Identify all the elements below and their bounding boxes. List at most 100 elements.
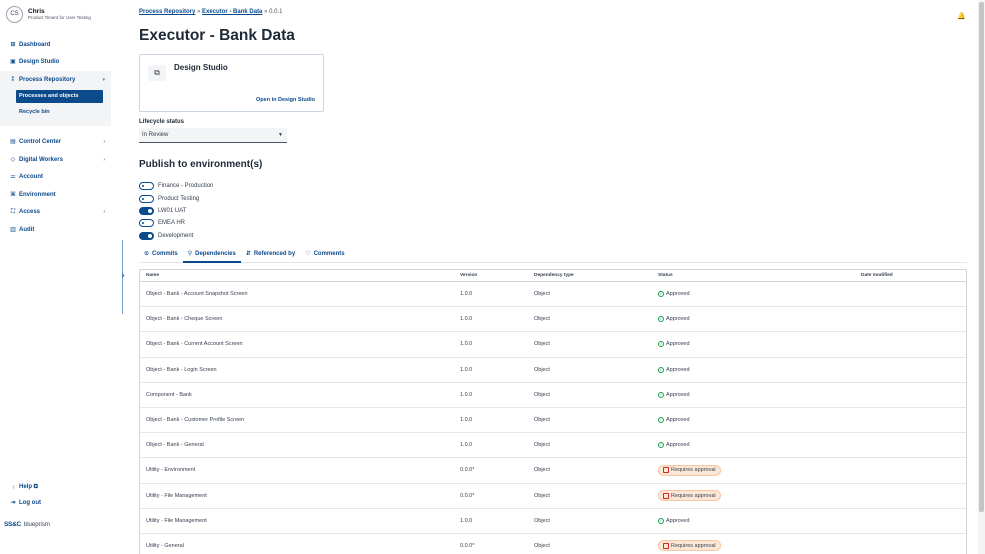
cell-version: 1.0.0	[460, 291, 473, 298]
cell-status: ✓ Approved	[658, 316, 861, 323]
tab-label: Commits	[152, 251, 178, 257]
environment-name: LW01 UAT	[158, 207, 187, 214]
environment-toggle[interactable]	[139, 182, 154, 191]
table-row[interactable]: Object - Bank - Cheque Screen 1.0.0 Object…	[140, 307, 966, 333]
table-row[interactable]: Utility - Environment 0.0.0* Object Require…	[140, 458, 966, 484]
cell-version: 0.0.0*	[460, 492, 475, 499]
column-header-status[interactable]: Status	[658, 273, 861, 278]
environment-name: Finance - Production	[158, 183, 214, 190]
column-header-dependency-type[interactable]: Dependency type	[534, 273, 658, 278]
design-studio-card: ⧉ Design Studio Open in Design Studio	[139, 54, 324, 112]
nav-environment[interactable]: ⌘ Environment	[0, 186, 111, 204]
cell-dependency-type: Object	[534, 417, 550, 424]
environment-item: LW01 UAT	[139, 205, 213, 217]
table-row[interactable]: Utility - General 0.0.0* Object Requires ap…	[140, 534, 966, 554]
table-row[interactable]: Object - Bank - General 1.0.0 Object ✓ Appro…	[140, 433, 966, 459]
approved-check-icon: ✓	[658, 316, 664, 323]
status-badge: Requires approval	[658, 540, 721, 552]
column-header-version[interactable]: Version	[460, 273, 534, 278]
table-row[interactable]: Utility - File Management 1.0.0 Object ✓ App…	[140, 509, 966, 534]
cell-dependency-type: Object	[534, 517, 550, 524]
cell-name: Object - Bank - Customer Profile Screen	[146, 417, 245, 424]
account-icon: ⚌	[10, 174, 16, 181]
environment-name: Development	[158, 232, 194, 239]
column-header-name[interactable]: Name	[140, 273, 460, 278]
cell-version: 1.0.0	[460, 316, 473, 323]
tab-label: Referenced by	[253, 251, 296, 257]
status-badge: ✓ Approved	[658, 391, 690, 398]
table-row[interactable]: Object - Bank - Current Account Screen 1.…	[140, 332, 966, 358]
nav-dashboard[interactable]: ⊞ Dashboard	[0, 36, 111, 54]
approved-check-icon: ✓	[658, 417, 664, 424]
dependencies-icon: ⚲	[187, 251, 193, 257]
main-content: Process Repository » Executor - Bank Dat…	[139, 0, 969, 554]
table-row[interactable]: Object - Bank - Account Snapshot Screen 1…	[140, 282, 966, 308]
cell-version: 1.0.0	[460, 366, 473, 373]
table-row[interactable]: Object - Bank - Customer Profile Screen 1…	[140, 408, 966, 434]
cell-name: Object - Bank - Current Account Screen	[146, 341, 243, 348]
control-center-icon: ▤	[10, 139, 16, 146]
status-label: Requires approval	[671, 467, 716, 474]
table-row[interactable]: Utility - File Management 0.0.0* Object Req…	[140, 484, 966, 509]
collapse-sidebar-icon[interactable]: ›	[119, 268, 127, 284]
cell-version: 0.0.0*	[460, 542, 475, 549]
table-row[interactable]: Object - Bank - Login Screen 1.0.0 Object ✓…	[140, 358, 966, 383]
tab-referenced-by[interactable]: ⇵ Referenced by	[241, 246, 300, 263]
cell-name: Component - Bank	[146, 391, 192, 398]
status-label: Approved	[666, 391, 690, 398]
breadcrumb-process-repository[interactable]: Process Repository	[139, 9, 195, 15]
cell-dependency-type: Object	[534, 366, 550, 373]
nav-processes-and-objects[interactable]: Processes and objects	[16, 89, 103, 103]
cell-status: ✓ Approved	[658, 517, 861, 524]
environment-item: Product Testing	[139, 192, 213, 204]
scrollbar-thumb[interactable]	[979, 2, 984, 512]
page-scrollbar[interactable]	[978, 0, 985, 554]
nav-help[interactable]: ↑ Help ⧉	[0, 480, 111, 495]
nav-access[interactable]: ⛶ Access ›	[0, 204, 111, 222]
user-profile[interactable]: CS Chris Product Tenant for User Testing	[6, 4, 91, 24]
tab-label: Dependencies	[195, 251, 236, 257]
nav-recycle-bin[interactable]: Recycle bin	[16, 105, 103, 120]
cell-version: 1.0.0	[460, 517, 473, 524]
notification-bell-icon[interactable]: 🔔	[957, 12, 966, 20]
nav-account[interactable]: ⚌ Account	[0, 169, 111, 187]
cell-status: Requires approval	[658, 490, 861, 502]
breadcrumb-separator: »	[197, 9, 201, 15]
cell-version: 1.0.0	[460, 341, 473, 348]
nav-label: Access	[19, 209, 41, 216]
design-studio-icon: ⧉	[148, 65, 166, 81]
nav-process-repository[interactable]: ⁑ Process Repository ▾	[0, 71, 111, 89]
chevron-down-icon: ▾	[102, 76, 105, 83]
tab-dependencies[interactable]: ⚲ Dependencies	[182, 246, 241, 263]
cell-name: Utility - File Management	[146, 492, 207, 499]
column-header-date-modified[interactable]: Date modified	[861, 273, 961, 278]
environment-toggle[interactable]	[139, 194, 154, 203]
nav-audit[interactable]: ▥ Audit	[0, 221, 111, 239]
breadcrumb-executor[interactable]: Executor - Bank Data	[202, 9, 262, 15]
digital-workers-icon: ◇	[10, 156, 16, 163]
requires-approval-icon	[663, 542, 669, 549]
cell-dependency-type: Object	[534, 542, 550, 549]
cell-version: 1.0.0	[460, 391, 473, 398]
publish-title: Publish to environment(s)	[139, 159, 263, 170]
tab-commits[interactable]: ⊙ Commits	[139, 246, 183, 263]
environment-name: Product Testing	[158, 195, 200, 202]
dependencies-table: Name Version Dependency type Status Date…	[139, 269, 967, 554]
nav-design-studio[interactable]: ▣ Design Studio	[0, 54, 111, 72]
nav-label: Environment	[19, 191, 56, 198]
tab-comments[interactable]: ♡ Comments	[300, 246, 349, 263]
sidebar: CS Chris Product Tenant for User Testing…	[0, 0, 111, 554]
nav-digital-workers[interactable]: ◇ Digital Workers ›	[0, 151, 111, 169]
environment-list: Finance - Production Product Testing LW0…	[139, 180, 213, 242]
status-label: Approved	[666, 341, 690, 348]
cell-name: Object - Bank - Login Screen	[146, 366, 217, 373]
nav-control-center[interactable]: ▤ Control Center ›	[0, 134, 111, 152]
environment-toggle[interactable]	[139, 231, 154, 240]
table-row[interactable]: Component - Bank 1.0.0 Object ✓ Approved	[140, 383, 966, 408]
environment-toggle[interactable]	[139, 219, 154, 228]
lifecycle-select[interactable]: In Review ▼	[139, 128, 287, 143]
environment-toggle[interactable]	[139, 206, 154, 215]
dashboard-icon: ⊞	[10, 41, 16, 48]
nav-logout[interactable]: ⇥ Log out	[0, 495, 111, 510]
open-in-design-studio-link[interactable]: Open in Design Studio	[256, 97, 315, 103]
